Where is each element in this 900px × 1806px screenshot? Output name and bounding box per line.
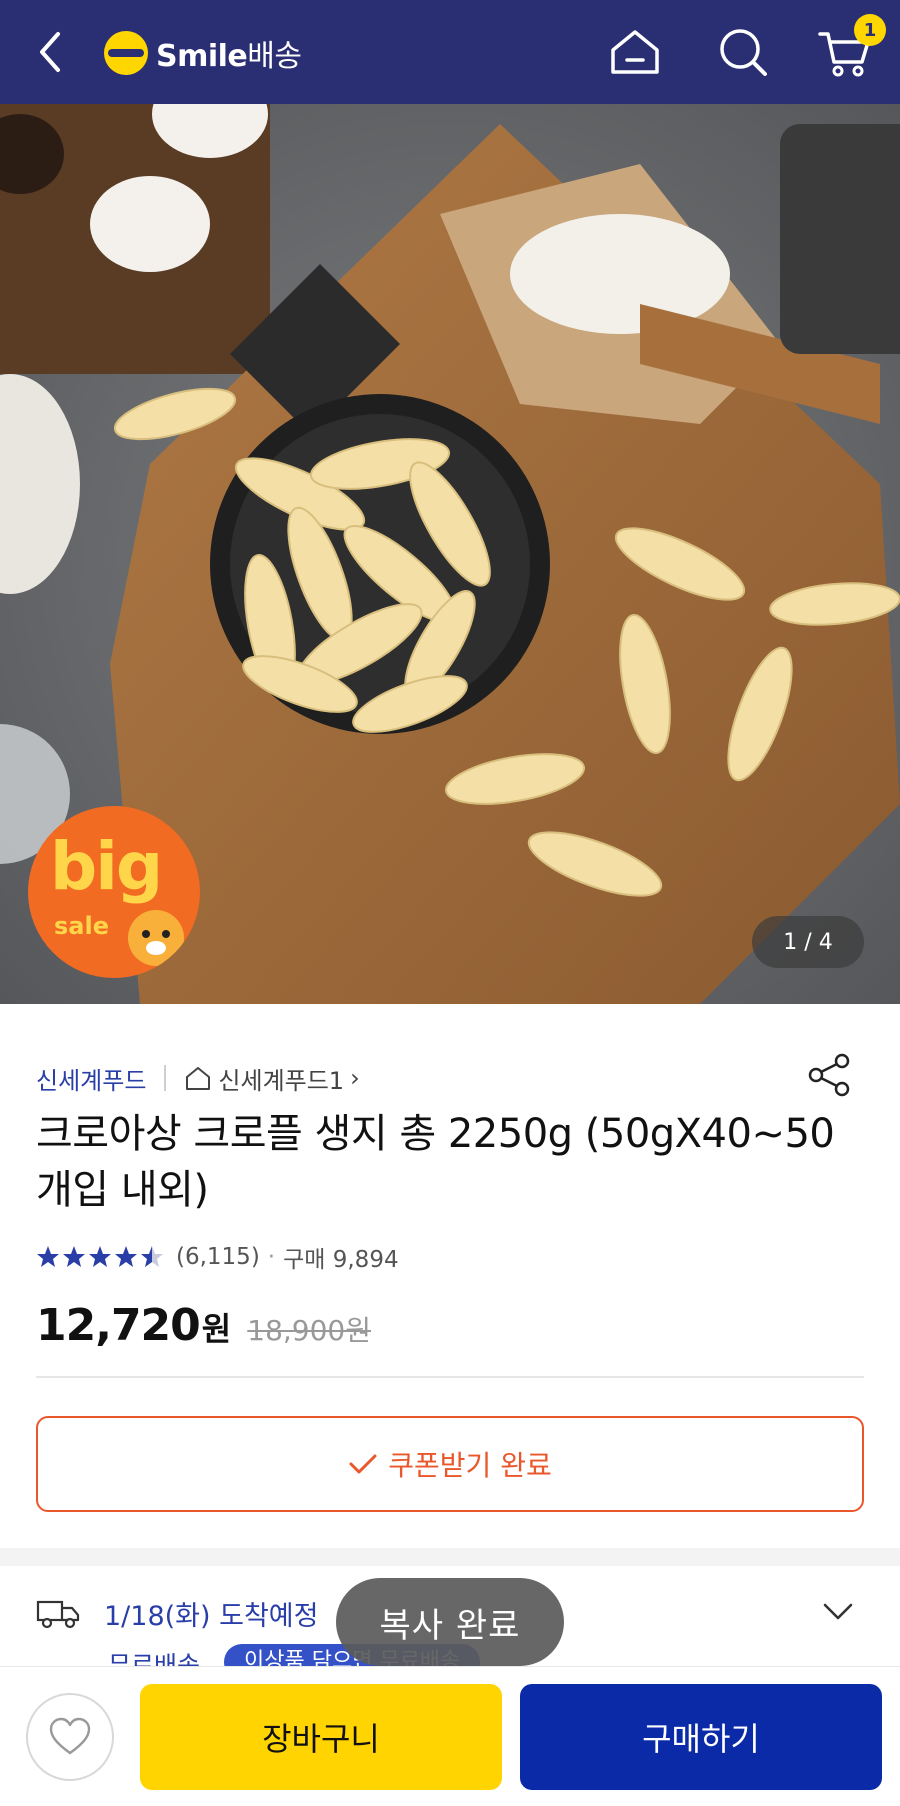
- top-app-bar: Smile배송 1: [0, 0, 900, 104]
- free-shipping-label: 무료배송: [108, 1651, 201, 1666]
- separator-dot: ·: [267, 1244, 276, 1270]
- share-button[interactable]: [806, 1052, 852, 1098]
- back-arrow-icon: [40, 32, 60, 72]
- smile-delivery-logo[interactable]: Smile배송: [104, 30, 302, 76]
- logo-text: Smile배송: [156, 39, 302, 74]
- heart-icon: [49, 1717, 91, 1755]
- add-to-cart-button[interactable]: 장바구니: [140, 1684, 502, 1790]
- store-home-icon: [186, 1067, 211, 1090]
- original-price: 18,900원: [247, 1314, 371, 1347]
- seller-row: 신세계푸드 신세계푸드1 ›: [36, 1061, 360, 1096]
- store-link[interactable]: 신세계푸드1 ›: [184, 1061, 360, 1096]
- chevron-right-icon: ›: [350, 1064, 360, 1092]
- coupon-label: 쿠폰받기 완료: [388, 1449, 552, 1482]
- image-page-counter: 1 / 4: [752, 916, 864, 968]
- cart-count-badge: 1: [854, 14, 886, 46]
- buy-now-button[interactable]: 구매하기: [520, 1684, 882, 1790]
- purchase-count: 구매 9,894: [283, 1247, 399, 1273]
- big-sale-badge: big sale: [28, 806, 200, 978]
- price-unit: 원: [201, 1310, 232, 1348]
- review-count[interactable]: (6,115): [176, 1244, 260, 1270]
- smile-logo-icon: [104, 31, 148, 75]
- truck-icon: [36, 1600, 80, 1629]
- home-icon: [611, 30, 659, 74]
- arrival-date: 1/18(화) 도착예정: [104, 1601, 319, 1632]
- search-icon: [720, 29, 767, 76]
- tiger-mascot-icon: [128, 910, 184, 966]
- divider-line: [36, 1376, 864, 1378]
- wishlist-button[interactable]: [26, 1693, 114, 1781]
- search-button[interactable]: [715, 24, 771, 80]
- share-icon: [808, 1053, 850, 1097]
- coupon-button[interactable]: 쿠폰받기 완료: [36, 1416, 864, 1512]
- badge-sale-text: sale: [54, 912, 109, 940]
- chevron-down-icon[interactable]: [822, 1600, 854, 1624]
- bottom-action-bar: 장바구니 구매하기: [0, 1666, 900, 1806]
- sale-price: 12,720: [36, 1300, 201, 1351]
- copy-toast: 복사 완료: [336, 1578, 564, 1666]
- star-icons: [37, 1246, 163, 1267]
- back-button[interactable]: [32, 28, 72, 76]
- product-image[interactable]: big sale: [0, 104, 900, 1004]
- home-button[interactable]: [607, 24, 663, 80]
- product-title: 크로아상 크로플 생지 총 2250g (50gX40~50개입 내외): [36, 1111, 835, 1213]
- section-gap: [0, 1548, 900, 1566]
- check-icon: [349, 1454, 377, 1474]
- badge-big-text: big: [50, 828, 163, 905]
- divider: [164, 1065, 167, 1091]
- star-rating: [36, 1243, 166, 1271]
- store-name: 신세계푸드1: [218, 1066, 345, 1095]
- seller-link[interactable]: 신세계푸드: [36, 1061, 146, 1096]
- price-row: 12,720 원 18,900원: [36, 1300, 371, 1360]
- rating-row[interactable]: (6,115) · 구매 9,894: [36, 1240, 399, 1274]
